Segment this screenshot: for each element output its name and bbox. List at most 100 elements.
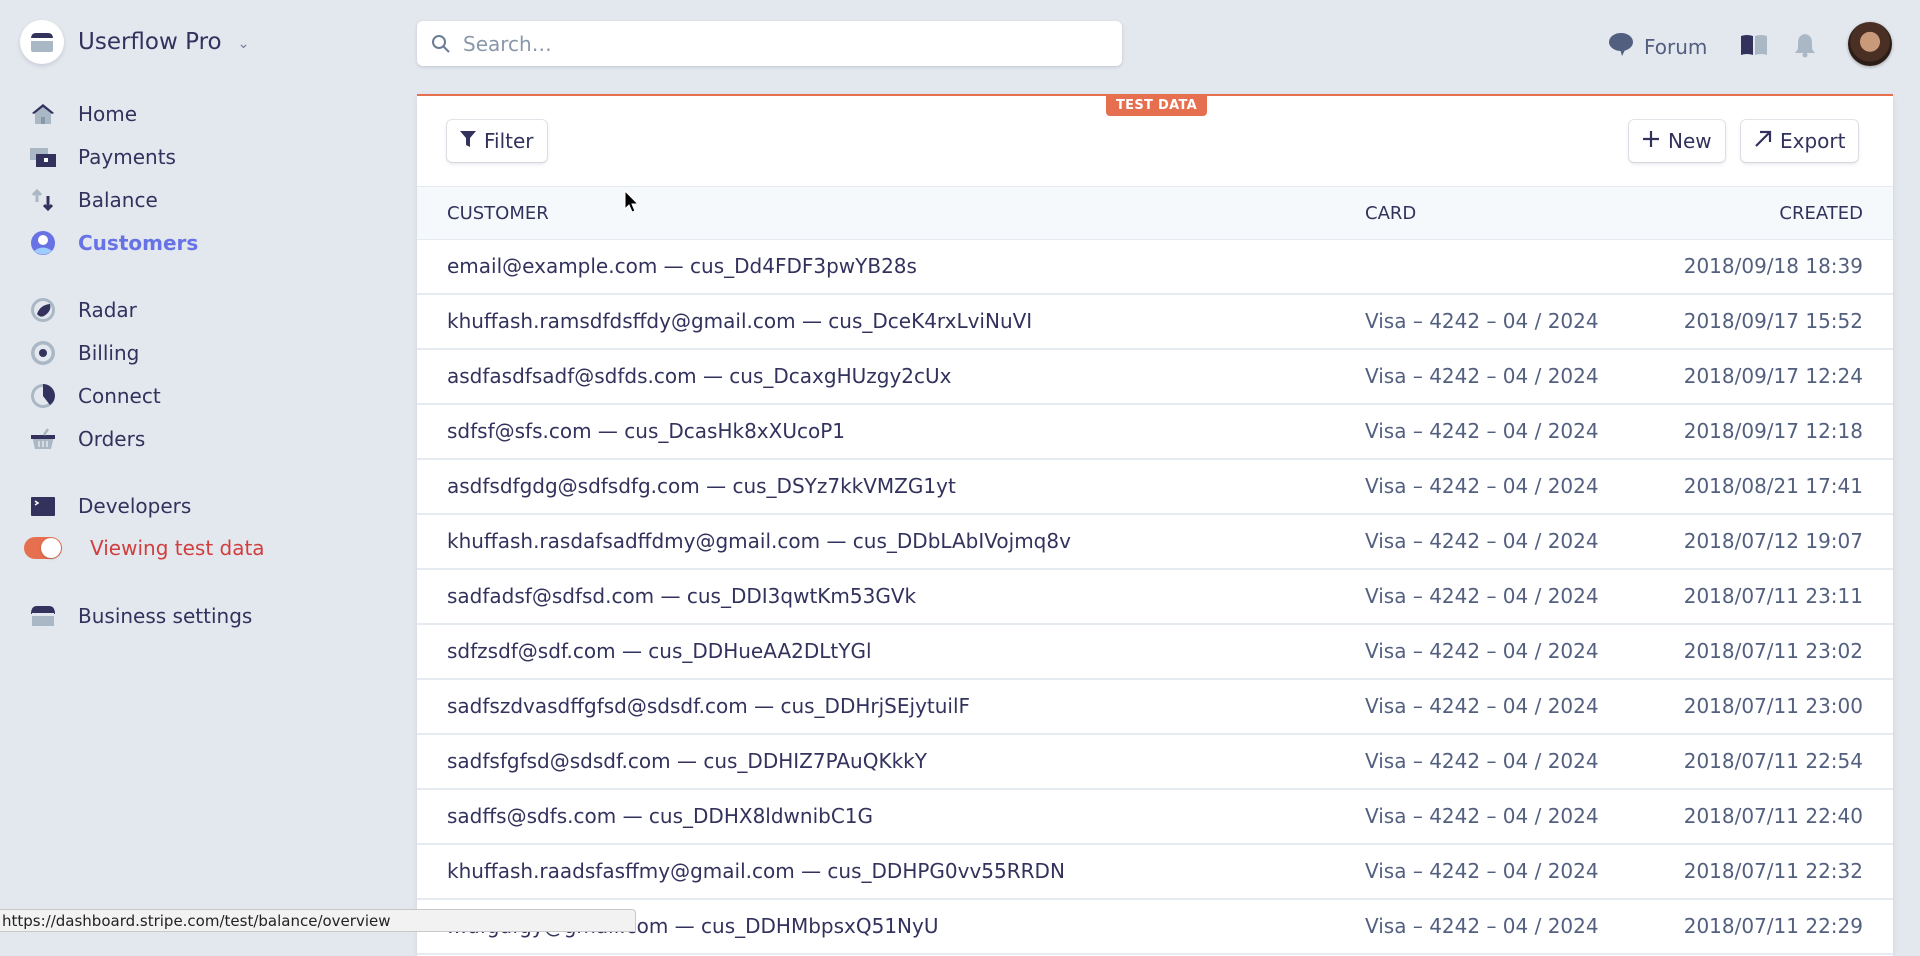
- user-avatar[interactable]: [1848, 22, 1892, 66]
- sidebar-item-connect[interactable]: Connect: [30, 383, 161, 409]
- sidebar-item-developers[interactable]: Developers: [30, 493, 191, 519]
- radar-icon: [30, 297, 56, 323]
- business-settings-icon: [30, 603, 56, 629]
- card-cell: Visa – 4242 – 04 / 2024: [1365, 639, 1599, 663]
- table-row[interactable]: khuffash.raadsfasffmy@gmail.com — cus_DD…: [417, 845, 1893, 900]
- forum-link[interactable]: Forum: [1608, 32, 1707, 61]
- chevron-down-icon: ⌄: [237, 36, 250, 52]
- table-row[interactable]: asdfsdfgdg@sdfsdfg.com — cus_DSYz7kkVMZG…: [417, 460, 1893, 515]
- filter-button[interactable]: Filter: [447, 120, 547, 162]
- sidebar-item-label: Home: [78, 102, 138, 126]
- sidebar-item-orders[interactable]: Orders: [30, 426, 145, 452]
- account-name: Userflow Pro: [78, 29, 222, 55]
- customer-cell: sdfsf@sfs.com — cus_DcasHk8xXUcoP1: [447, 419, 845, 443]
- sidebar-item-label: Viewing test data: [90, 536, 265, 560]
- table-row[interactable]: khuffash.rasdafsadffdmy@gmail.com — cus_…: [417, 515, 1893, 570]
- customer-cell: khuffash.rasdafsadffdmy@gmail.com — cus_…: [447, 529, 1071, 553]
- test-data-badge: TEST DATA: [1106, 94, 1207, 116]
- sidebar-item-label: Billing: [78, 341, 140, 365]
- sidebar-item-label: Business settings: [78, 604, 253, 628]
- filter-label: Filter: [484, 129, 534, 153]
- customer-cell: sadfadsf@sdfsd.com — cus_DDI3qwtKm53GVk: [447, 584, 917, 608]
- card-cell: Visa – 4242 – 04 / 2024: [1365, 419, 1599, 443]
- created-cell: 2018/08/21 17:41: [1683, 474, 1863, 498]
- notification-bell-icon[interactable]: [1792, 32, 1818, 62]
- sidebar-item-customers[interactable]: Customers: [30, 230, 198, 256]
- sidebar-item-payments[interactable]: Payments: [30, 144, 176, 170]
- sidebar-item-billing[interactable]: Billing: [30, 340, 139, 366]
- sidebar-item-home[interactable]: Home: [30, 101, 137, 127]
- account-switcher[interactable]: Userflow Pro ⌄: [20, 20, 249, 64]
- card-cell: Visa – 4242 – 04 / 2024: [1365, 804, 1599, 828]
- orders-icon: [30, 426, 56, 452]
- sidebar-item-label: Orders: [78, 427, 146, 451]
- sidebar-item-label: Connect: [78, 384, 161, 408]
- chat-bubble-icon: [1608, 32, 1634, 61]
- created-cell: 2018/09/18 18:39: [1683, 254, 1863, 278]
- search-icon: [431, 34, 451, 54]
- customer-cell: sadffs@sdfs.com — cus_DDHX8ldwnibC1G: [447, 804, 874, 828]
- export-label: Export: [1780, 129, 1846, 153]
- customer-cell: sdfzsdf@sdf.com — cus_DDHueAA2DLtYGl: [447, 639, 872, 663]
- customer-cell: email@example.com — cus_Dd4FDF3pwYB28s: [447, 254, 917, 278]
- card-cell: Visa – 4242 – 04 / 2024: [1365, 364, 1599, 388]
- new-button[interactable]: New: [1629, 120, 1725, 162]
- toggle-switch[interactable]: [24, 537, 62, 559]
- created-cell: 2018/09/17 15:52: [1683, 309, 1863, 333]
- customers-icon: [30, 230, 56, 256]
- sidebar-item-label: Customers: [78, 231, 199, 255]
- created-cell: 2018/07/11 22:54: [1683, 749, 1863, 773]
- card-cell: Visa – 4242 – 04 / 2024: [1365, 914, 1599, 938]
- card-cell: Visa – 4242 – 04 / 2024: [1365, 859, 1599, 883]
- created-cell: 2018/09/17 12:24: [1683, 364, 1863, 388]
- created-cell: 2018/07/11 22:32: [1683, 859, 1863, 883]
- table-row[interactable]: sdfzsdf@sdf.com — cus_DDHueAA2DLtYGl Visa…: [417, 625, 1893, 680]
- forum-label: Forum: [1644, 34, 1708, 59]
- table-row[interactable]: khuffash.ramsdfdsffdy@gmail.com — cus_Dc…: [417, 295, 1893, 350]
- search-input[interactable]: [461, 30, 1085, 57]
- export-button[interactable]: Export: [1741, 120, 1859, 162]
- table-row[interactable]: email@example.com — cus_Dd4FDF3pwYB28s 20…: [417, 240, 1893, 295]
- customer-cell: asdfasdfsadf@sdfds.com — cus_DcaxgHUzgy2…: [447, 364, 952, 388]
- sidebar-item-radar[interactable]: Radar: [30, 297, 137, 323]
- sidebar-item-balance[interactable]: Balance: [30, 187, 158, 213]
- store-logo-icon: [20, 20, 64, 64]
- developers-icon: [30, 493, 56, 519]
- table-row[interactable]: asdfasdfsadf@sdfds.com — cus_DcaxgHUzgy2…: [417, 350, 1893, 405]
- card-cell: Visa – 4242 – 04 / 2024: [1365, 474, 1599, 498]
- docs-book-icon[interactable]: [1740, 34, 1768, 60]
- created-cell: 2018/07/11 23:02: [1683, 639, 1863, 663]
- column-header-card[interactable]: CARD: [1365, 203, 1416, 224]
- customer-cell: sadfsfgfsd@sdsdf.com — cus_DDHIZ7PAuQKkk…: [447, 749, 927, 773]
- created-cell: 2018/07/11 22:40: [1683, 804, 1863, 828]
- table-row[interactable]: sadfszdvasdffgfsd@sdsdf.com — cus_DDHrjS…: [417, 680, 1893, 735]
- plus-icon: [1642, 129, 1660, 153]
- created-cell: 2018/09/17 12:18: [1683, 419, 1863, 443]
- column-header-customer[interactable]: CUSTOMER: [447, 203, 549, 224]
- test-data-toggle[interactable]: Viewing test data: [24, 536, 265, 560]
- created-cell: 2018/07/11 22:29: [1683, 914, 1863, 938]
- card-cell: Visa – 4242 – 04 / 2024: [1365, 309, 1599, 333]
- payments-icon: [30, 144, 56, 170]
- sidebar-item-label: Developers: [78, 494, 192, 518]
- table-row[interactable]: sadfadsf@sdfsd.com — cus_DDI3qwtKm53GVk V…: [417, 570, 1893, 625]
- sidebar-item-label: Payments: [78, 145, 176, 169]
- table-row[interactable]: sadfsfgfsd@sdsdf.com — cus_DDHIZ7PAuQKkk…: [417, 735, 1893, 790]
- table-row[interactable]: …dfgdfgy@gmail.com — cus_DDHMbpsxQ51NyU V…: [417, 900, 1893, 955]
- billing-icon: [30, 340, 56, 366]
- card-cell: Visa – 4242 – 04 / 2024: [1365, 584, 1599, 608]
- customer-cell: asdfsdfgdg@sdfsdfg.com — cus_DSYz7kkVMZG…: [447, 474, 956, 498]
- table-row[interactable]: sadffs@sdfs.com — cus_DDHX8ldwnibC1G Visa…: [417, 790, 1893, 845]
- customer-cell: sadfszdvasdffgfsd@sdsdf.com — cus_DDHrjS…: [447, 694, 971, 718]
- table-row[interactable]: sdfsf@sfs.com — cus_DcasHk8xXUcoP1 Visa –…: [417, 405, 1893, 460]
- mouse-cursor-icon: [624, 189, 640, 218]
- card-cell: Visa – 4242 – 04 / 2024: [1365, 529, 1599, 553]
- sidebar-item-business-settings[interactable]: Business settings: [30, 603, 252, 629]
- created-cell: 2018/07/11 23:00: [1683, 694, 1863, 718]
- column-header-created[interactable]: CREATED: [1779, 203, 1863, 224]
- search-bar[interactable]: [417, 21, 1122, 66]
- home-icon: [30, 101, 56, 127]
- sidebar-item-label: Balance: [78, 188, 158, 212]
- customers-table-card: TEST DATA Filter New Export CUSTOMER CAR…: [417, 94, 1893, 956]
- arrow-up-right-icon: [1754, 129, 1772, 153]
